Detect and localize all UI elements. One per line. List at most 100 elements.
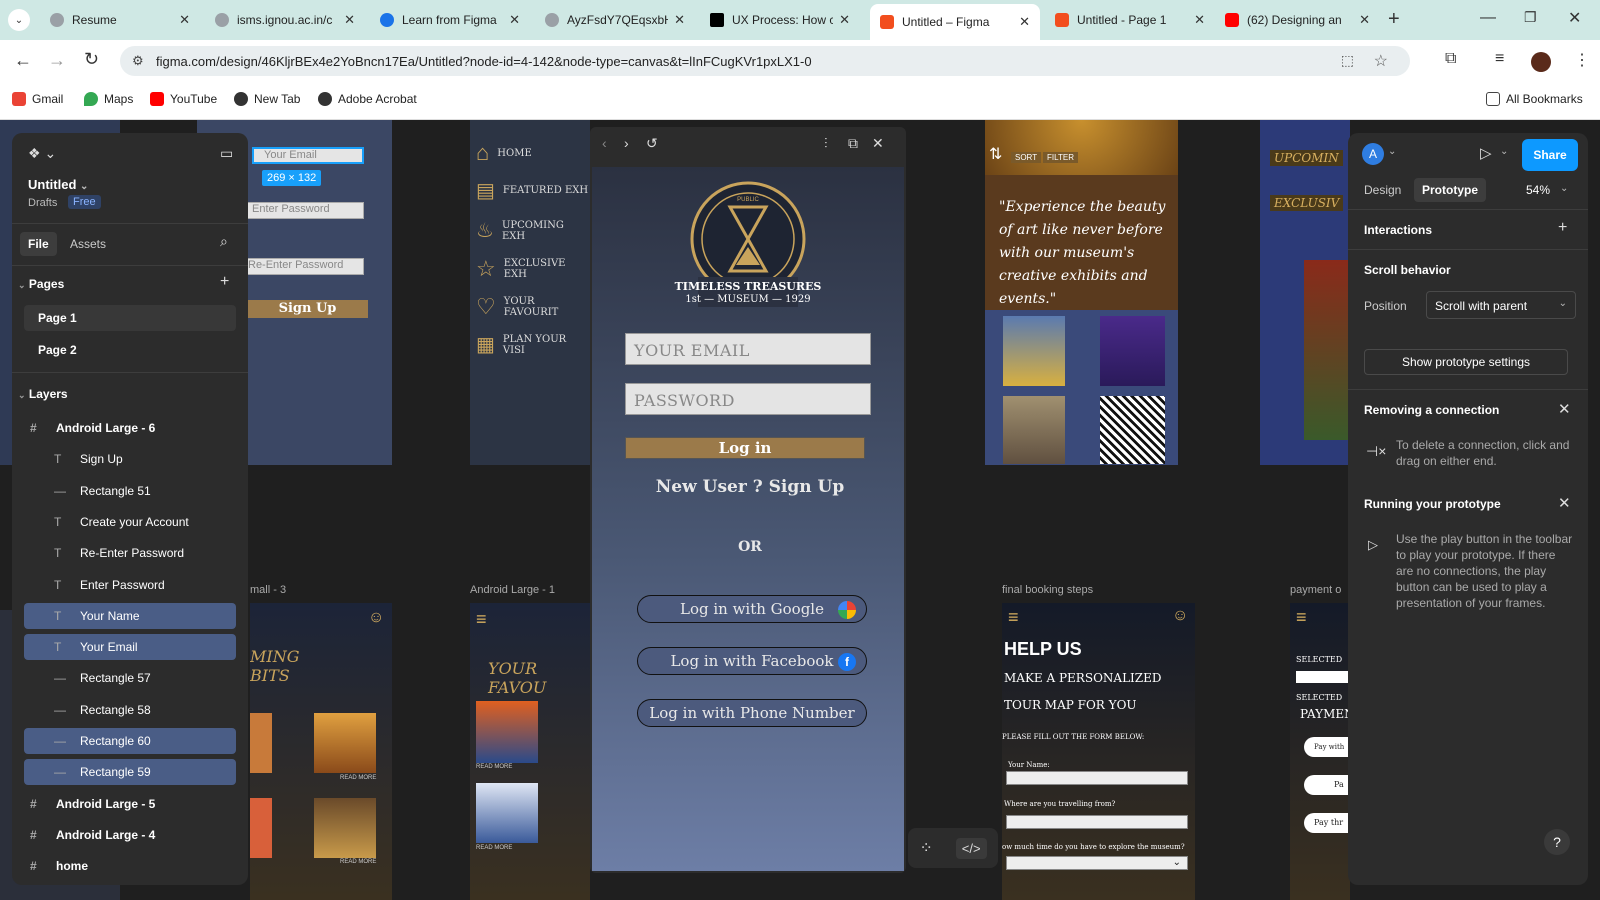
password-input[interactable]: PASSWORD <box>625 383 871 415</box>
close-tab-icon[interactable]: ✕ <box>509 12 520 28</box>
new-tab-button[interactable]: + <box>1388 8 1400 31</box>
forward-icon[interactable]: → <box>48 50 66 71</box>
more-menu-icon[interactable]: ⋮ <box>1574 50 1590 70</box>
selected-input[interactable] <box>1296 671 1350 683</box>
time-select[interactable]: ⌄ <box>1006 856 1188 870</box>
layer-item[interactable]: T Re-Enter Password <box>24 540 236 566</box>
dev-mode-icon[interactable]: </> <box>955 837 987 859</box>
password-field[interactable]: Enter Password <box>247 202 364 219</box>
close-icon[interactable]: ✕ <box>1558 400 1571 418</box>
forward-icon[interactable]: › <box>624 135 629 151</box>
extensions-icon[interactable]: ⧉ <box>1445 50 1456 68</box>
frame-upcoming-exhibits[interactable]: ☺ MING BITS READ MORE READ MORE <box>250 603 392 900</box>
layer-item[interactable]: T Sign Up <box>24 446 236 472</box>
layer-item[interactable]: # home <box>24 853 236 879</box>
layer-item[interactable]: # Android Large - 4 <box>24 822 236 848</box>
page-item[interactable]: Page 2 <box>24 337 236 363</box>
maximize-button[interactable]: ❐ <box>1524 9 1537 26</box>
read-more-link[interactable]: READ MORE <box>476 764 512 770</box>
chevron-down-icon[interactable]: ⌄ <box>1388 146 1396 157</box>
position-select[interactable]: Scroll with parent ⌄ <box>1426 291 1576 319</box>
tab-youtube[interactable]: (62) Designing an ✕ <box>1215 6 1380 34</box>
tab-file[interactable]: File <box>20 232 57 256</box>
artwork-thumbnail[interactable] <box>250 713 272 773</box>
search-icon[interactable]: ⌕ <box>220 233 228 250</box>
pages-header[interactable]: ⌄ Pages <box>18 277 64 291</box>
tab-isms[interactable]: isms.ignou.ac.in/c ✕ <box>205 6 365 34</box>
layer-item[interactable]: T Enter Password <box>24 572 236 598</box>
minimize-button[interactable]: — <box>1480 9 1496 27</box>
artwork-thumbnail[interactable] <box>314 798 376 858</box>
artwork-thumbnail[interactable] <box>1003 316 1065 386</box>
facebook-login-button[interactable]: Log in with Facebook f <box>637 647 867 675</box>
tab-prototype[interactable]: Prototype <box>1414 178 1487 202</box>
file-name[interactable]: Untitled ⌄ <box>28 177 88 192</box>
tab-ux-process[interactable]: UX Process: How c ✕ <box>700 6 860 34</box>
bookmark-youtube[interactable]: YouTube <box>150 92 217 106</box>
artwork-thumbnail[interactable] <box>476 783 538 843</box>
drafts-label[interactable]: Drafts <box>28 197 57 209</box>
read-more-link[interactable]: READ MORE <box>476 845 512 851</box>
profile-avatar[interactable] <box>1531 52 1551 72</box>
show-prototype-settings-button[interactable]: Show prototype settings <box>1364 349 1568 375</box>
tab-ayz[interactable]: AyzFsdY7QEqsxbH ✕ <box>535 6 695 34</box>
close-tab-icon[interactable]: ✕ <box>1194 12 1205 28</box>
close-window-button[interactable]: ✕ <box>1568 8 1581 28</box>
layer-item[interactable]: — Rectangle 51 <box>24 478 236 504</box>
figma-menu-icon[interactable]: ❖ ⌄ <box>28 145 56 162</box>
tab-resume[interactable]: Resume ✕ <box>40 6 200 34</box>
layer-item[interactable]: T Create your Account <box>24 509 236 535</box>
help-button[interactable]: ? <box>1544 829 1570 855</box>
close-icon[interactable]: ✕ <box>872 135 884 152</box>
artwork-thumbnail[interactable] <box>1003 396 1065 464</box>
layer-item[interactable]: T Your Name <box>24 602 236 629</box>
restart-icon[interactable]: ↺ <box>646 135 658 152</box>
close-icon[interactable]: ✕ <box>1558 494 1571 512</box>
layers-header[interactable]: ⌄ Layers <box>18 387 68 401</box>
chevron-down-icon[interactable]: ⌄ <box>1560 183 1568 194</box>
new-user-signup-link[interactable]: New User ? Sign Up <box>625 477 875 497</box>
close-tab-icon[interactable]: ✕ <box>179 12 190 28</box>
back-icon[interactable]: ← <box>14 50 32 71</box>
frame-gallery[interactable]: ⇅ SORT FILTER "Experience the beauty of … <box>985 120 1178 465</box>
bookmark-maps[interactable]: Maps <box>84 92 133 106</box>
zoom-level[interactable]: 54% <box>1526 183 1550 197</box>
read-more-link[interactable]: READ MORE <box>340 775 376 781</box>
frame-label[interactable]: Android Large - 1 <box>470 584 555 596</box>
hamburger-icon[interactable]: ≡ <box>1008 607 1019 628</box>
artwork-thumbnail[interactable] <box>1100 396 1165 464</box>
user-avatar[interactable]: A <box>1362 143 1384 165</box>
add-page-icon[interactable]: + <box>220 273 229 291</box>
layer-item[interactable]: — Rectangle 59 <box>24 759 236 786</box>
layer-item[interactable]: — Rectangle 57 <box>24 665 236 691</box>
pay-with-button[interactable]: Pay with <box>1304 737 1350 757</box>
install-icon[interactable]: ⬚ <box>1341 52 1354 69</box>
pay-button[interactable]: Pa <box>1304 775 1350 795</box>
artwork-thumbnail[interactable] <box>1100 316 1165 386</box>
close-tab-icon[interactable]: ✕ <box>1019 14 1030 30</box>
layer-item[interactable]: — Rectangle 58 <box>24 697 236 723</box>
close-tab-icon[interactable]: ✕ <box>674 12 685 28</box>
components-icon[interactable]: ⁘ <box>919 838 932 858</box>
travelling-input[interactable] <box>1006 815 1188 829</box>
filter-chip[interactable]: FILTER <box>1043 152 1078 163</box>
frame-android-large-1[interactable]: ≡ YOUR FAVOU READ MORE READ MORE <box>470 603 590 900</box>
reenter-password-field[interactable]: Re-Enter Password <box>247 258 364 275</box>
reload-icon[interactable]: ↻ <box>84 49 99 70</box>
close-tab-icon[interactable]: ✕ <box>344 12 355 28</box>
play-icon[interactable]: ▷ <box>1480 144 1492 162</box>
bookmark-gmail[interactable]: Gmail <box>12 92 63 106</box>
profile-icon[interactable]: ☺ <box>1172 607 1188 625</box>
google-login-button[interactable]: Log in with Google <box>637 595 867 623</box>
frame-label[interactable]: payment o <box>1290 584 1341 596</box>
settings-sliders-icon[interactable]: ⫶ <box>824 135 828 152</box>
login-button[interactable]: Log in <box>625 437 865 459</box>
media-icon[interactable]: ≡ <box>1495 50 1504 68</box>
frame-payment[interactable]: ≡ SELECTED SELECTED PAYMEN Pay with Pa P… <box>1290 603 1350 900</box>
url-input[interactable]: ⚙ figma.com/design/46KljrBEx4e2YoBncn17E… <box>120 46 1410 76</box>
layer-item[interactable]: T Your Email <box>24 634 236 661</box>
frame-menu[interactable]: ⌂ HOME ▤ FEATURED EXH ♨ UPCOMING EXH ☆ EXCLU… <box>470 120 590 465</box>
artwork-thumbnail[interactable] <box>314 713 376 773</box>
chevron-down-icon[interactable]: ⌄ <box>1500 146 1508 157</box>
site-settings-icon[interactable]: ⚙ <box>132 53 144 69</box>
